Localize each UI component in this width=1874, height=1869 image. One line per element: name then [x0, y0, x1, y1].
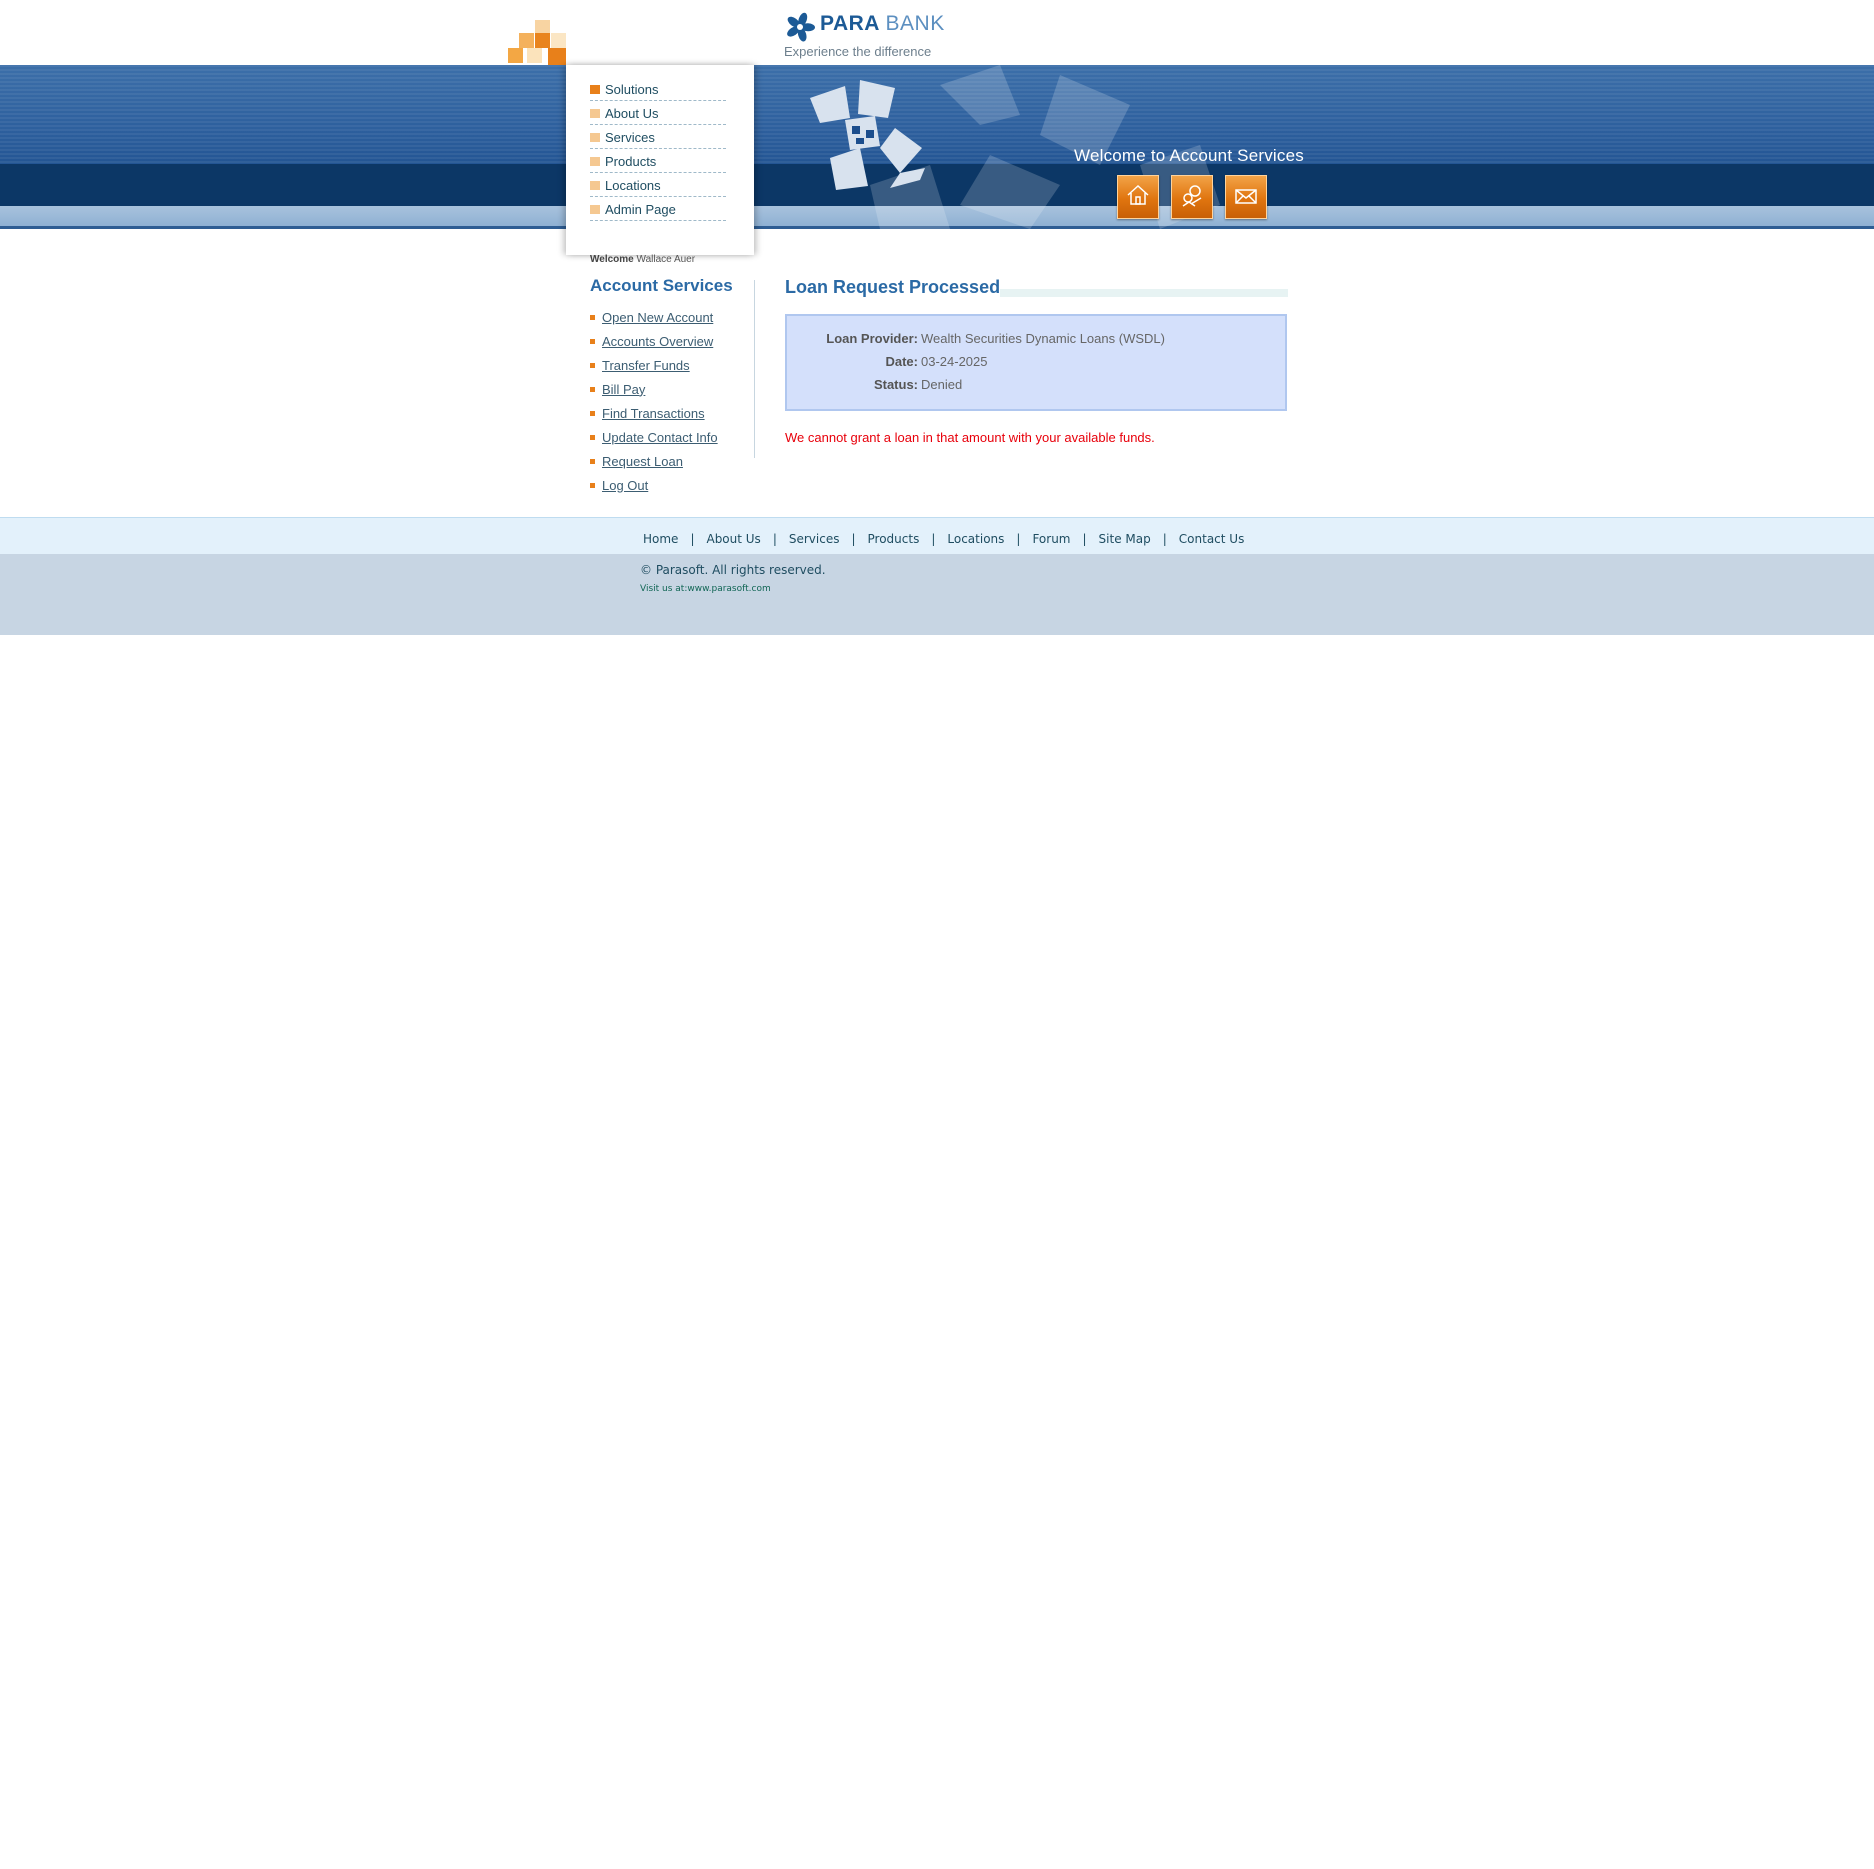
- loan-result-box: Loan Provider: Wealth Securities Dynamic…: [785, 314, 1287, 411]
- footer-separator: |: [851, 532, 856, 546]
- loan-provider-value: Wealth Securities Dynamic Loans (WSDL): [921, 331, 1165, 346]
- find-transactions-link[interactable]: Find Transactions: [602, 406, 705, 421]
- tagline: Experience the difference: [784, 44, 932, 59]
- footer-link-home[interactable]: Home: [643, 532, 678, 546]
- date-value: 03-24-2025: [921, 354, 988, 369]
- account-services-title: Account Services: [590, 276, 733, 295]
- nav-bullet-icon: [590, 156, 600, 166]
- welcome-banner-text: Welcome to Account Services: [1074, 146, 1304, 165]
- bullet-icon: [590, 410, 595, 416]
- footer-link-forum[interactable]: Forum: [1032, 532, 1070, 546]
- footer-separator: |: [690, 532, 695, 546]
- parabank-logo[interactable]: PARA BANK: [820, 12, 945, 36]
- menu-item: Accounts Overview: [590, 329, 718, 353]
- nav-item-locations[interactable]: Locations: [590, 174, 726, 197]
- nav-bullet-icon: [590, 132, 600, 142]
- header-nav: Solutions About Us Services Products Loc…: [590, 78, 726, 222]
- nav-item-products[interactable]: Products: [590, 150, 726, 173]
- parabank-logo-icon[interactable]: [785, 12, 815, 42]
- bullet-icon: [590, 386, 595, 392]
- contact-button[interactable]: [1225, 175, 1267, 219]
- bullet-icon: [590, 338, 595, 344]
- menu-item: Open New Account: [590, 305, 718, 329]
- bullet-icon: [590, 482, 595, 488]
- error-message: We cannot grant a loan in that amount wi…: [785, 430, 1155, 445]
- menu-item: Update Contact Info: [590, 425, 718, 449]
- log-out-link[interactable]: Log Out: [602, 478, 648, 493]
- title-underline-bar: [1000, 289, 1288, 297]
- menu-item: Bill Pay: [590, 377, 718, 401]
- footer-separator: |: [1162, 532, 1167, 546]
- welcome-label: Welcome: [590, 254, 634, 265]
- menu-item: Find Transactions: [590, 401, 718, 425]
- date-row: Date: 03-24-2025: [787, 354, 1285, 372]
- bullet-icon: [590, 314, 595, 320]
- footer-link-products[interactable]: Products: [868, 532, 920, 546]
- menu-item: Transfer Funds: [590, 353, 718, 377]
- logo-mosaic: [508, 20, 566, 65]
- footer-link-site-map[interactable]: Site Map: [1099, 532, 1151, 546]
- nav-item-services[interactable]: Services: [590, 126, 726, 149]
- nav-item-admin-page[interactable]: Admin Page: [590, 198, 726, 221]
- banner-logo-icon: [810, 80, 925, 190]
- status-label: Status:: [873, 377, 918, 392]
- bill-pay-link[interactable]: Bill Pay: [602, 382, 645, 397]
- footer-bottom: [0, 554, 1874, 635]
- bullet-icon: [590, 458, 595, 464]
- transfer-funds-link[interactable]: Transfer Funds: [602, 358, 690, 373]
- date-label: Date:: [885, 354, 918, 369]
- open-new-account-link[interactable]: Open New Account: [602, 310, 713, 325]
- welcome-user: Welcome Wallace Auer: [590, 254, 695, 265]
- footer-link-services[interactable]: Services: [789, 532, 840, 546]
- nav-bullet-icon: [590, 108, 600, 118]
- nav-item-about-us[interactable]: About Us: [590, 102, 726, 125]
- footer-separator: |: [1016, 532, 1021, 546]
- footer-separator: |: [772, 532, 777, 546]
- about-icon: [1179, 182, 1205, 213]
- bullet-icon: [590, 362, 595, 368]
- home-icon: [1125, 182, 1151, 213]
- nav-bullet-icon: [590, 84, 600, 94]
- account-services-menu: Open New Account Accounts Overview Trans…: [590, 305, 718, 497]
- contact-icon: [1233, 182, 1259, 213]
- footer-separator: |: [1082, 532, 1087, 546]
- update-contact-info-link[interactable]: Update Contact Info: [602, 430, 718, 445]
- sidebar-divider: [754, 280, 755, 458]
- copyright-text: © Parasoft. All rights reserved.: [640, 563, 826, 577]
- home-button[interactable]: [1117, 175, 1159, 219]
- footer-link-locations[interactable]: Locations: [947, 532, 1004, 546]
- nav-bullet-icon: [590, 204, 600, 214]
- loan-provider-row: Loan Provider: Wealth Securities Dynamic…: [787, 331, 1285, 349]
- footer-separator: |: [931, 532, 936, 546]
- menu-item: Request Loan: [590, 449, 718, 473]
- status-value: Denied: [921, 377, 963, 392]
- visit-link[interactable]: Visit us at:www.parasoft.com: [640, 584, 771, 594]
- bullet-icon: [590, 434, 595, 440]
- page-title: Loan Request Processed: [785, 277, 1001, 297]
- loan-provider-label: Loan Provider:: [826, 331, 918, 346]
- footer-link-about-us[interactable]: About Us: [706, 532, 760, 546]
- nav-item-solutions[interactable]: Solutions: [590, 78, 726, 101]
- footer-nav: Home | About Us | Services | Products | …: [643, 532, 1244, 546]
- logo-text-para: PARA: [820, 12, 880, 35]
- logo-text-bank: BANK: [885, 12, 945, 35]
- user-name: Wallace Auer: [636, 254, 696, 265]
- request-loan-link[interactable]: Request Loan: [602, 454, 683, 469]
- footer-link-contact-us[interactable]: Contact Us: [1179, 532, 1245, 546]
- accounts-overview-link[interactable]: Accounts Overview: [602, 334, 713, 349]
- nav-bullet-icon: [590, 180, 600, 190]
- about-button[interactable]: [1171, 175, 1213, 219]
- menu-item: Log Out: [590, 473, 718, 497]
- status-row: Status: Denied: [787, 377, 1285, 395]
